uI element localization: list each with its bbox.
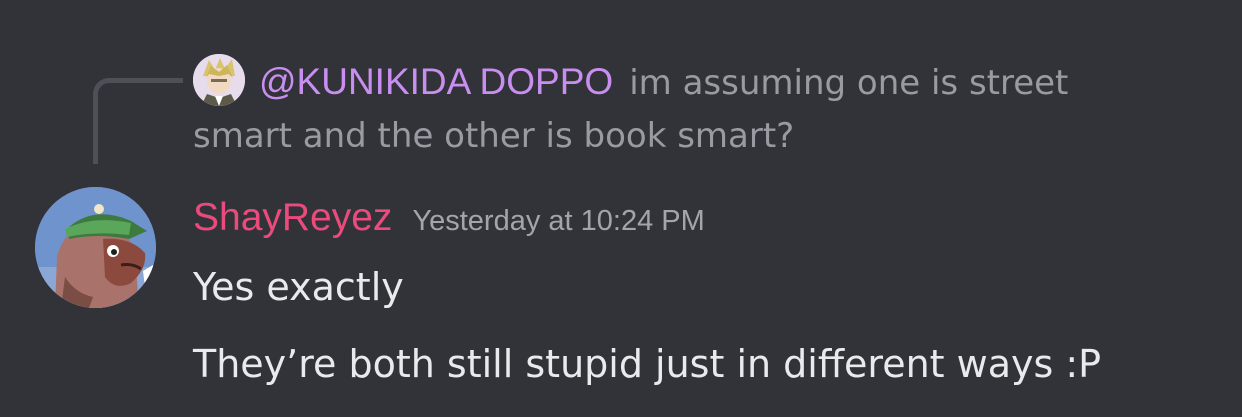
message-header: ShayReyez Yesterday at 10:24 PM: [193, 190, 705, 246]
message-username[interactable]: ShayReyez: [193, 196, 392, 239]
message-author-avatar[interactable]: [35, 187, 156, 308]
reply-author-avatar[interactable]: [193, 54, 245, 106]
reply-preview-text[interactable]: im assuming one is street: [629, 63, 1068, 103]
cartoon-character-avatar-icon: [35, 187, 156, 308]
reply-connector-line: [93, 78, 183, 164]
anime-character-avatar-icon: [193, 54, 245, 106]
message-timestamp[interactable]: Yesterday at 10:24 PM: [412, 205, 704, 237]
message-text-line: They’re both still stupid just in differ…: [193, 342, 1102, 386]
reply-preview-first-line[interactable]: @KUNIKIDA DOPPO im assuming one is street: [259, 56, 1068, 108]
message-text-line: Yes exactly: [193, 265, 404, 309]
reply-preview-text-continued[interactable]: smart and the other is book smart?: [193, 110, 794, 162]
reply-author-mention[interactable]: @KUNIKIDA DOPPO: [259, 61, 613, 102]
